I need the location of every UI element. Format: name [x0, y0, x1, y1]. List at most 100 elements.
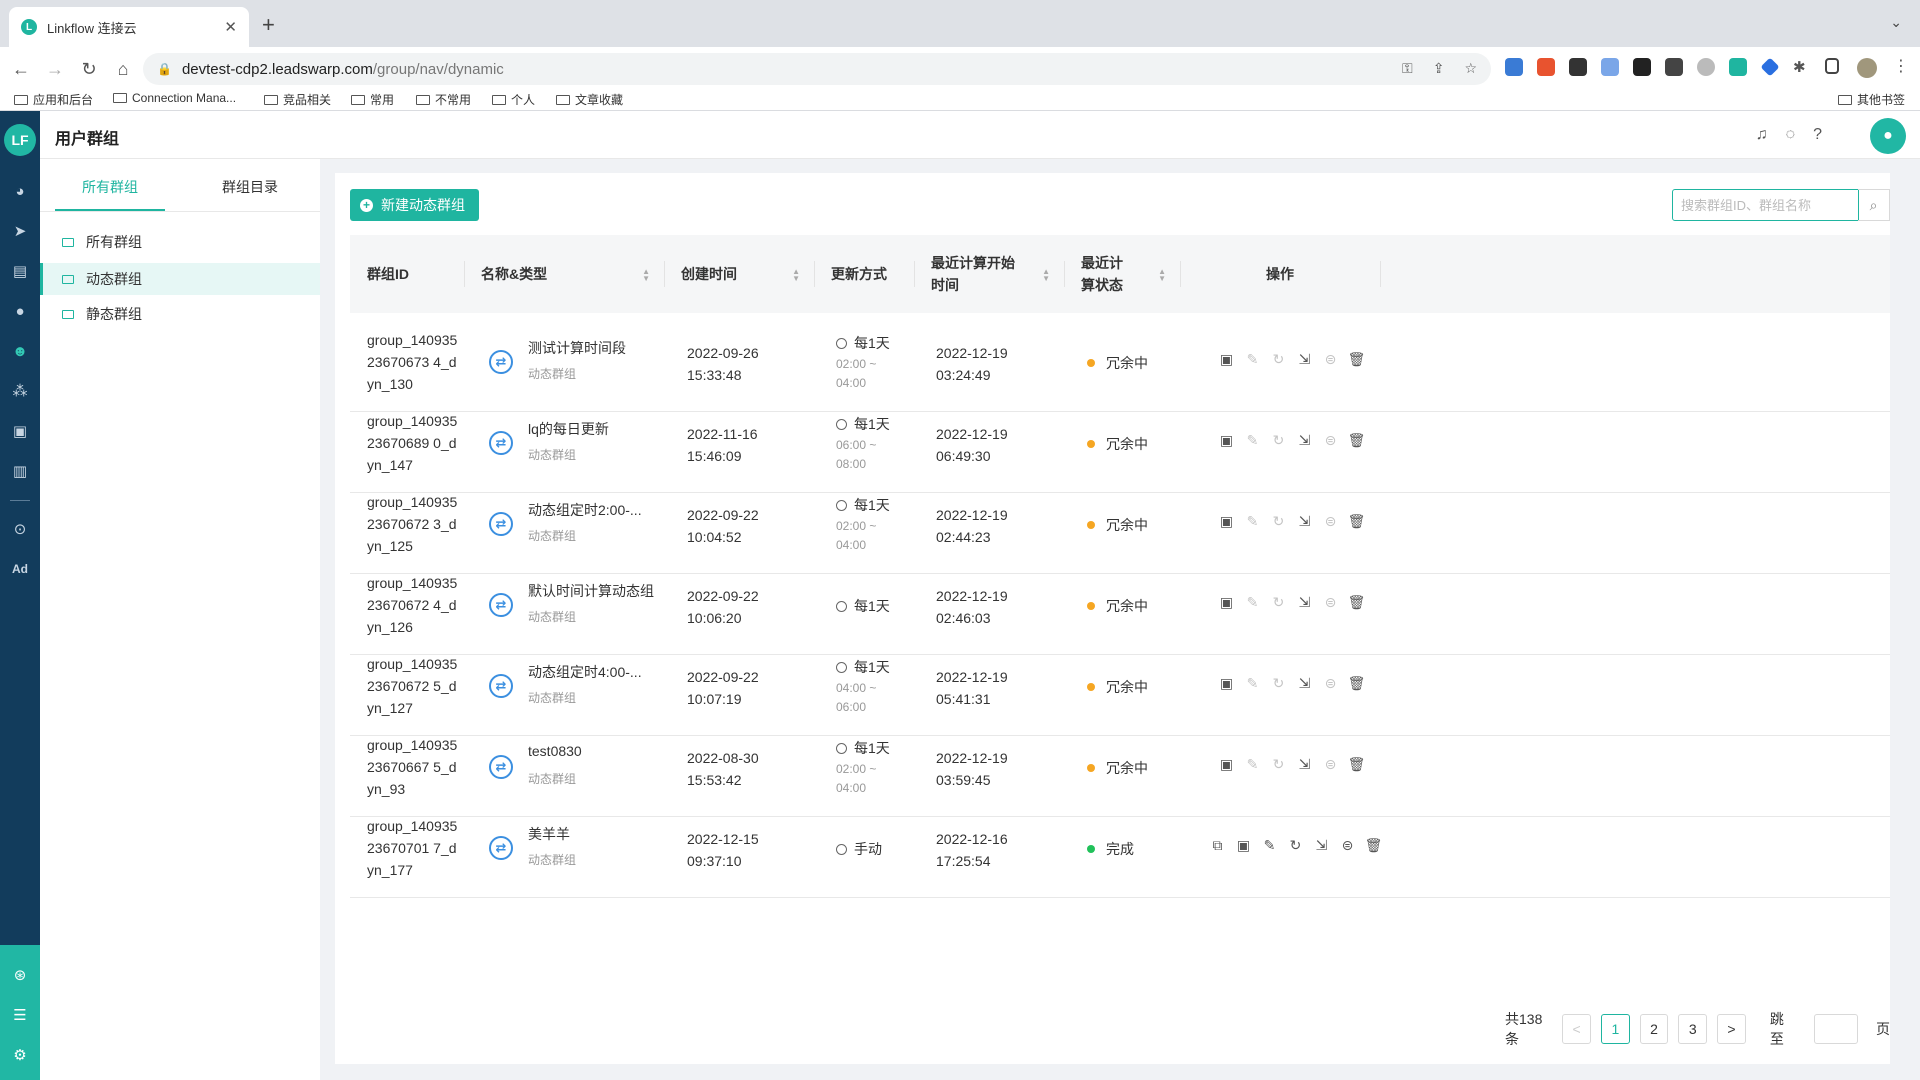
more-menu-icon[interactable]: ⋮ — [1893, 58, 1911, 76]
reload-icon[interactable]: ↻ — [72, 59, 106, 80]
new-tab-icon[interactable]: + — [262, 12, 275, 38]
export-icon[interactable]: ⇲ — [1296, 513, 1313, 530]
sort-icon[interactable]: ▲ ▼ — [792, 268, 800, 283]
delete-icon[interactable]: 🗑 — [1348, 756, 1366, 773]
profile-avatar[interactable] — [1857, 58, 1877, 78]
page-button-2[interactable]: 2 — [1639, 1014, 1669, 1044]
forward-icon[interactable]: → — [38, 59, 72, 80]
delete-icon[interactable]: 🗑 — [1348, 513, 1366, 530]
back-icon[interactable]: ← — [4, 59, 38, 80]
list-icon[interactable]: ⊜ — [1322, 675, 1339, 692]
save-icon[interactable]: ▣ — [1218, 351, 1235, 368]
close-tab-icon[interactable]: ✕ — [224, 18, 237, 36]
page-button-3[interactable]: 3 — [1678, 1014, 1708, 1044]
browser-tab[interactable]: L Linkflow 连接云 ✕ — [9, 7, 249, 47]
page-button-1[interactable]: 1 — [1601, 1014, 1630, 1044]
bookmark-folder[interactable]: 文章收藏 — [556, 91, 623, 108]
delete-icon[interactable]: 🗑 — [1348, 432, 1366, 449]
search-input[interactable] — [1672, 189, 1859, 221]
tab-search-chevron-icon[interactable]: ⌄ — [1890, 14, 1902, 31]
refresh-icon[interactable]: ↻ — [1270, 513, 1287, 530]
bookmark-icon[interactable]: ▣ — [0, 417, 40, 445]
extension-openai-icon[interactable] — [1697, 58, 1715, 76]
header-name-type[interactable]: 名称&类型 ▲ ▼ — [464, 235, 664, 313]
edit-icon[interactable]: ✎ — [1244, 756, 1261, 773]
list-icon[interactable]: ⊜ — [1322, 756, 1339, 773]
sidebar-item-static-groups[interactable]: 静态群组 — [40, 298, 320, 330]
extension-robot-icon[interactable] — [1633, 58, 1651, 76]
bookmark-folder[interactable]: Connection Mana... — [113, 91, 236, 105]
refresh-icon[interactable]: ↻ — [1270, 675, 1287, 692]
refresh-icon[interactable]: ↻ — [1270, 351, 1287, 368]
tab-all-groups[interactable]: 所有群组 — [40, 177, 180, 197]
group-name[interactable]: 测试计算时间段 — [528, 338, 678, 358]
save-icon[interactable]: ▣ — [1218, 432, 1235, 449]
team-icon[interactable]: ⊛ — [0, 961, 40, 989]
edit-icon[interactable]: ✎ — [1244, 432, 1261, 449]
edit-icon[interactable]: ✎ — [1244, 594, 1261, 611]
delete-icon[interactable]: 🗑 — [1365, 837, 1383, 854]
sidebar-item-all-groups[interactable]: 所有群组 — [40, 226, 320, 258]
extension-crop-icon[interactable] — [1665, 58, 1683, 76]
prev-page-button[interactable]: < — [1562, 1014, 1591, 1044]
group-icon[interactable]: ☻ — [0, 337, 40, 365]
group-name[interactable]: 美羊羊 — [528, 824, 678, 844]
save-icon[interactable]: ▣ — [1218, 675, 1235, 692]
edit-icon[interactable]: ✎ — [1244, 351, 1261, 368]
search-icon[interactable]: ⌕ — [1858, 189, 1890, 221]
delete-icon[interactable]: 🗑 — [1348, 351, 1366, 368]
list-icon[interactable]: ⊜ — [1339, 837, 1356, 854]
extension-translate-icon[interactable] — [1729, 58, 1747, 76]
ad-icon[interactable]: Ad — [0, 555, 40, 583]
list-icon[interactable]: ⊜ — [1322, 594, 1339, 611]
extension-card-icon[interactable] — [1601, 58, 1619, 76]
layout-icon[interactable]: ▤ — [0, 257, 40, 285]
refresh-icon[interactable]: ↻ — [1287, 837, 1304, 854]
export-icon[interactable]: ⇲ — [1296, 675, 1313, 692]
other-bookmarks[interactable]: 其他书签 — [1838, 91, 1905, 108]
storage-icon[interactable]: ☰ — [0, 1001, 40, 1029]
edit-icon[interactable]: ✎ — [1261, 837, 1278, 854]
bell-icon[interactable]: ♫ — [1756, 126, 1768, 144]
list-icon[interactable]: ⊜ — [1322, 432, 1339, 449]
preview-icon[interactable]: ⧉ — [1209, 837, 1226, 854]
sort-icon[interactable]: ▲ ▼ — [1042, 268, 1050, 283]
key-icon[interactable]: ⚿ — [1402, 60, 1413, 77]
group-name[interactable]: lq的每日更新 — [528, 419, 678, 439]
dashboard-icon[interactable]: ◕ — [0, 177, 40, 205]
group-name[interactable]: test0830 — [528, 743, 678, 759]
star-icon[interactable]: ☆ — [1464, 60, 1477, 77]
user-avatar[interactable]: ● — [1870, 118, 1906, 154]
bookmark-folder[interactable]: 个人 — [492, 91, 535, 108]
save-icon[interactable]: ▣ — [1218, 513, 1235, 530]
new-dynamic-group-button[interactable]: + 新建动态群组 — [350, 189, 479, 221]
bookmark-folder[interactable]: 不常用 — [416, 91, 471, 108]
delete-icon[interactable]: 🗑 — [1348, 594, 1366, 611]
side-panel-icon[interactable] — [1825, 58, 1839, 74]
header-last-calc-start[interactable]: 最近计算开始时间 ▲ ▼ — [914, 235, 1064, 313]
header-last-calc-status[interactable]: 最近计算状态 ▲ ▼ — [1064, 235, 1180, 313]
delete-icon[interactable]: 🗑 — [1348, 675, 1366, 692]
export-icon[interactable]: ⇲ — [1313, 837, 1330, 854]
next-page-button[interactable]: > — [1717, 1014, 1746, 1044]
linkflow-logo[interactable]: LF — [4, 124, 36, 156]
chat-icon[interactable]: ◌ — [1786, 126, 1796, 144]
chart-icon[interactable]: ▥ — [0, 457, 40, 485]
export-icon[interactable]: ⇲ — [1296, 432, 1313, 449]
url-field[interactable]: 🔒 devtest-cdp2.leadswarp.com/group/nav/d… — [143, 53, 1491, 85]
extension-diamond-icon[interactable] — [1760, 57, 1780, 77]
send-icon[interactable]: ➤ — [0, 217, 40, 245]
group-name[interactable]: 默认时间计算动态组 — [528, 581, 678, 601]
bookmark-folder[interactable]: 常用 — [351, 91, 394, 108]
home-icon[interactable]: ⌂ — [106, 59, 140, 80]
save-icon[interactable]: ▣ — [1235, 837, 1252, 854]
edit-icon[interactable]: ✎ — [1244, 675, 1261, 692]
help-icon[interactable]: ? — [1813, 126, 1822, 144]
extension-fox-icon[interactable] — [1537, 58, 1555, 76]
wechat-icon[interactable]: ⊙ — [0, 515, 40, 543]
jump-page-input[interactable] — [1813, 1014, 1858, 1044]
save-icon[interactable]: ▣ — [1218, 756, 1235, 773]
list-icon[interactable]: ⊜ — [1322, 513, 1339, 530]
sidebar-item-dynamic-groups[interactable]: 动态群组 — [40, 263, 320, 295]
cluster-icon[interactable]: ⁂ — [0, 377, 40, 405]
